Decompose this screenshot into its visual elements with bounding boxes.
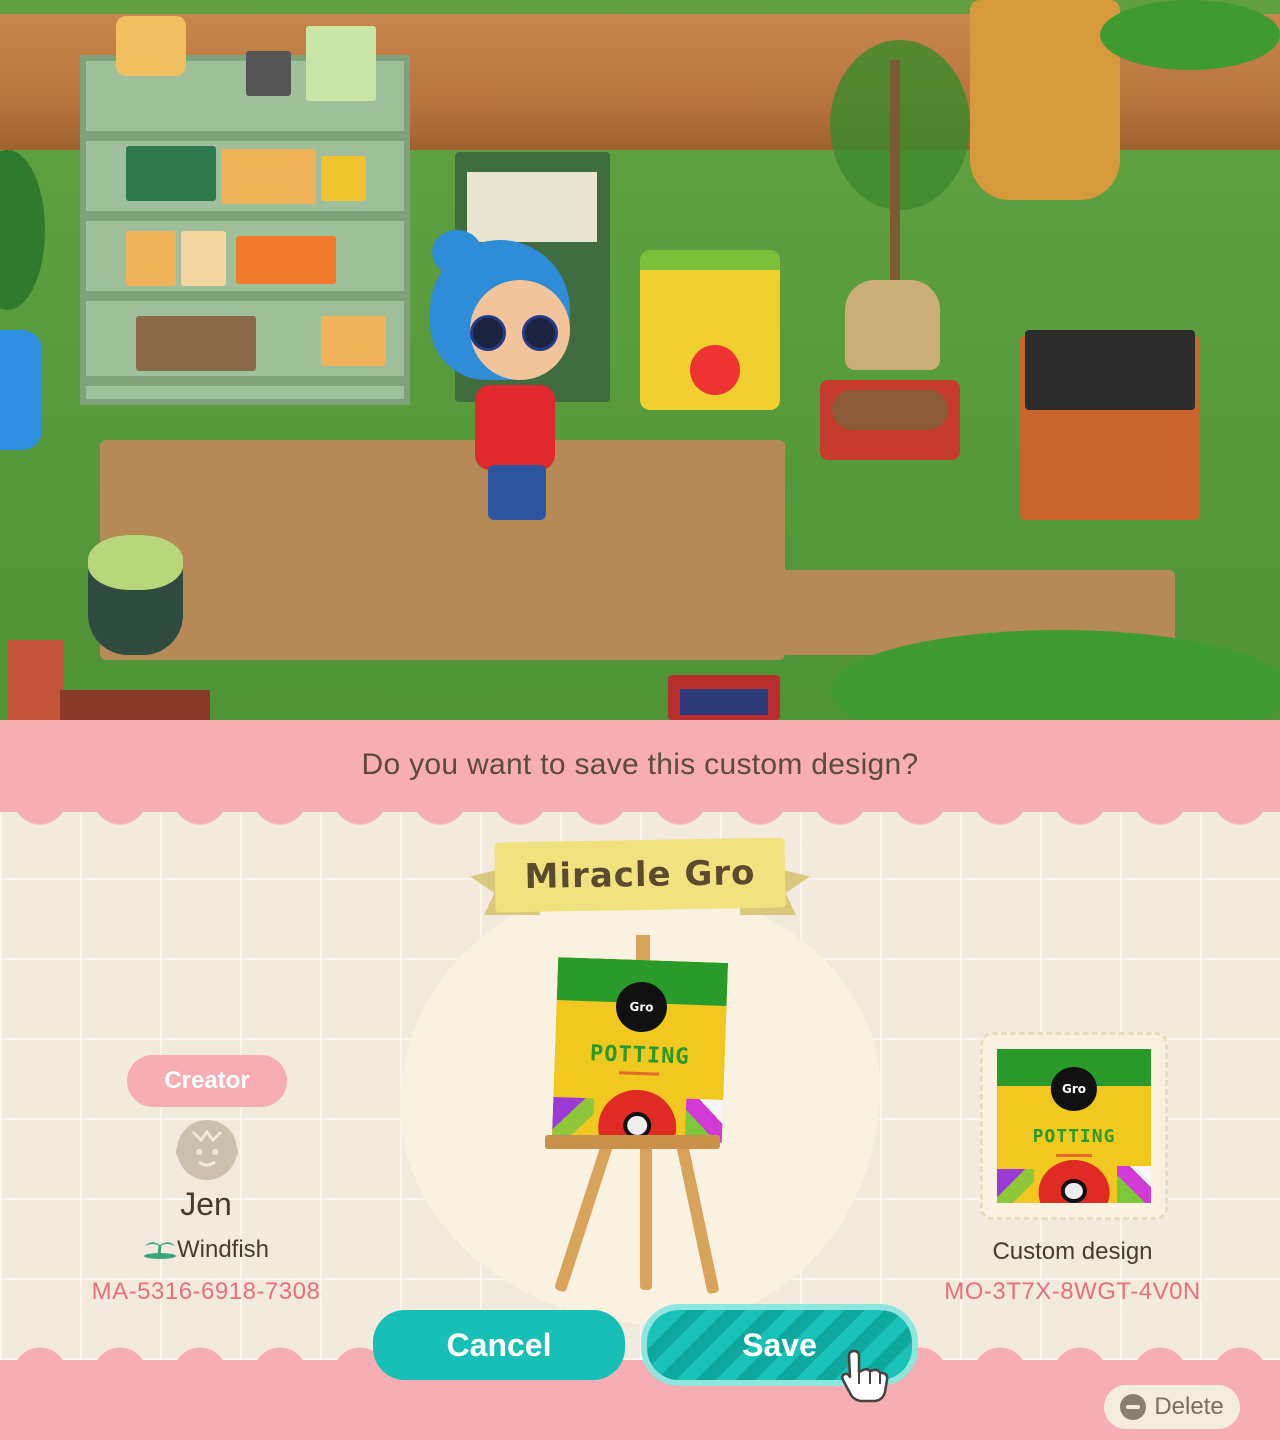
- cancel-button[interactable]: Cancel: [373, 1310, 625, 1380]
- creator-label: Creator: [127, 1055, 287, 1107]
- doormat: [668, 675, 780, 720]
- art-logo-text: Gro: [629, 999, 654, 1015]
- design-canvas: Gro POTTING: [551, 957, 729, 1143]
- player-character: [430, 230, 590, 530]
- design-title: Miracle Gro: [494, 837, 786, 913]
- design-title-banner: Miracle Gro: [470, 830, 810, 930]
- delete-label: Delete: [1154, 1393, 1224, 1420]
- cacao-tree-trunk: [890, 60, 900, 290]
- dialog-footer-band: [0, 1346, 1280, 1440]
- cacao-tree-leaves: [830, 40, 970, 210]
- creator-code: MA-5316-6918-7308: [91, 1278, 321, 1305]
- minus-circle-icon: [1120, 1394, 1147, 1420]
- tree-pot: [845, 280, 940, 370]
- hand-pointer-icon: [835, 1348, 891, 1404]
- game-scene: [0, 0, 1280, 720]
- blue-trash-bin: [0, 330, 42, 450]
- stool: [88, 535, 183, 655]
- island-name: Windfish: [176, 1236, 270, 1263]
- delete-button[interactable]: Delete: [1104, 1385, 1240, 1429]
- creator-island: Windfish: [106, 1236, 306, 1264]
- design-type-label: Custom design: [992, 1238, 1153, 1265]
- creator-name: Jen: [180, 1186, 232, 1222]
- easel-preview: Gro POTTING: [540, 935, 740, 1295]
- design-thumbnail: Gro POTTING: [980, 1032, 1168, 1220]
- dialog-question: Do you want to save this custom design?: [361, 748, 919, 781]
- design-code: MO-3T7X-8WGT-4V0N: [944, 1278, 1201, 1305]
- thumb-logo-text: Gro: [1061, 1082, 1086, 1097]
- brick-wall: [60, 690, 210, 720]
- island-palm-icon: [143, 1237, 177, 1259]
- brick-pillar: [8, 640, 63, 720]
- thumb-potting-text: POTTING: [1032, 1126, 1116, 1147]
- tool-cart: [1020, 330, 1200, 520]
- art-potting-text: POTTING: [589, 1041, 691, 1070]
- save-design-dialog: Do you want to save this custom design? …: [0, 720, 1280, 1440]
- potting-soil-bags: [640, 250, 780, 410]
- bush: [1100, 0, 1280, 70]
- person-face-icon: [175, 1118, 239, 1182]
- metal-shelf: [80, 16, 410, 405]
- wheelbarrow: [820, 380, 960, 460]
- tree-stump: [970, 0, 1120, 200]
